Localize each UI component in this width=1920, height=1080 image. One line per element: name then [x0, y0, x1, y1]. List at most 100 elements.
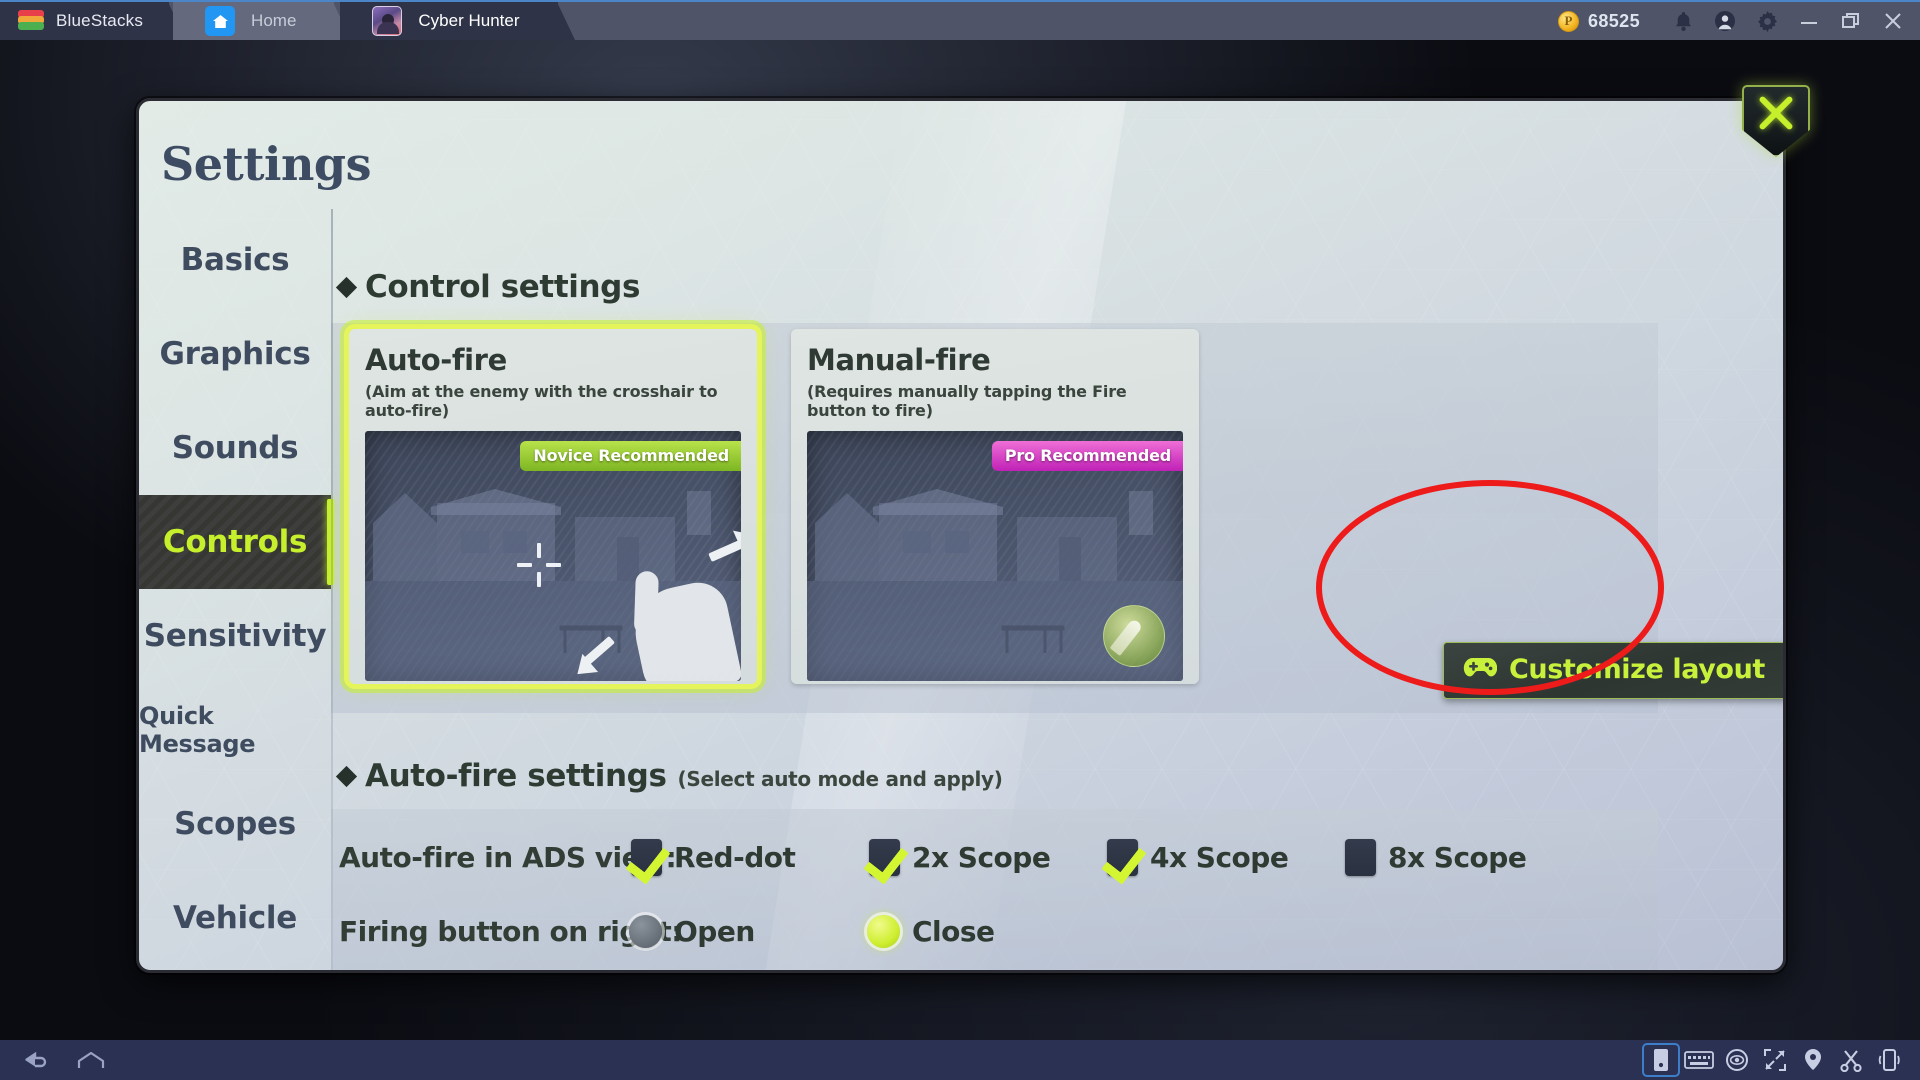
checkbox-label: 4x Scope — [1150, 841, 1289, 874]
sidebar-item-label: Graphics — [159, 336, 311, 372]
page-title: Settings — [161, 137, 371, 191]
card-auto-fire-subtitle: (Aim at the enemy with the crosshair to … — [365, 382, 718, 420]
fire-mode-cards: Auto-fire (Aim at the enemy with the cro… — [344, 324, 1199, 689]
maximize-button[interactable] — [1830, 1, 1872, 41]
tab-home[interactable]: Home — [173, 2, 352, 40]
gamepad-icon — [1463, 656, 1498, 684]
game-controls-icon[interactable] — [1642, 1043, 1680, 1077]
card-manual-fire[interactable]: Manual-fire (Requires manually tapping t… — [791, 329, 1199, 684]
titlebar-controls: P 68525 — [1557, 1, 1920, 41]
radio-circle-icon — [629, 915, 662, 948]
sidebar-item-graphics[interactable]: Graphics — [139, 307, 331, 401]
tab-cyber-hunter[interactable]: Cyber Hunter — [340, 2, 575, 40]
sidebar-item-scopes[interactable]: Scopes — [139, 777, 331, 871]
radio-label: Open — [674, 915, 755, 948]
settings-panel: Settings Basics Graphics Sounds Controls — [136, 98, 1786, 973]
shield-icon — [1742, 85, 1810, 157]
sidebar-item-vehicle[interactable]: Vehicle — [139, 871, 331, 965]
navbar-left — [0, 1045, 108, 1075]
bluestacks-window: BlueStacks Home Cyber Hunter P 68525 Set… — [0, 0, 1920, 1080]
navbar-right — [1642, 1043, 1920, 1077]
home-icon[interactable] — [74, 1045, 108, 1075]
emulator-titlebar: BlueStacks Home Cyber Hunter P 68525 — [0, 0, 1920, 40]
checkbox-4x-scope[interactable]: 4x Scope — [1107, 839, 1345, 876]
coin-icon: P — [1557, 10, 1579, 32]
tab-cyber-hunter-label: Cyber Hunter — [418, 11, 520, 30]
card-auto-fire[interactable]: Auto-fire (Aim at the enemy with the cro… — [344, 324, 762, 689]
sidebar-item-label: Basics — [180, 242, 290, 278]
eye-record-icon[interactable] — [1720, 1045, 1754, 1075]
sidebar-item-label: Controls — [162, 524, 308, 560]
close-settings-button[interactable] — [1742, 85, 1810, 157]
checkbox-8x-scope[interactable]: 8x Scope — [1345, 839, 1527, 876]
fire-button-icon — [1103, 605, 1165, 667]
home-icon — [205, 6, 236, 36]
checkbox-label: Red-dot — [674, 841, 796, 874]
sidebar-item-sensitivity[interactable]: Sensitivity — [139, 589, 331, 683]
firing-button-row: Firing button on right: Open Close — [339, 915, 995, 948]
autofire-settings-title: Auto-fire settings — [365, 758, 667, 794]
settings-content: Control settings Auto-fire (Aim at the e… — [331, 101, 1783, 970]
sidebar-divider — [331, 209, 333, 970]
customize-layout-button[interactable]: Customize layout — [1443, 642, 1783, 699]
sidebar-item-label: Scopes — [174, 806, 296, 842]
fullscreen-icon[interactable] — [1758, 1045, 1792, 1075]
points-value: 68525 — [1587, 10, 1640, 31]
checkbox-box-icon — [631, 839, 662, 876]
radio-open[interactable]: Open — [629, 915, 867, 948]
badge-novice-recommended: Novice Recommended — [520, 441, 741, 471]
autofire-ads-row: Auto-fire in ADS view: Red-dot 2x Scope … — [339, 839, 1527, 876]
card-manual-fire-preview: Pro Recommended — [807, 431, 1183, 681]
control-settings-title: Control settings — [365, 269, 640, 305]
checkbox-label: 2x Scope — [912, 841, 1051, 874]
close-button[interactable] — [1872, 1, 1914, 41]
scissors-icon[interactable] — [1834, 1045, 1868, 1075]
location-pin-icon[interactable] — [1796, 1045, 1830, 1075]
card-auto-fire-preview: Novice Recommended — [365, 431, 741, 681]
radio-circle-icon — [867, 915, 900, 948]
sidebar-item-label: Sounds — [171, 430, 299, 466]
points-indicator[interactable]: P 68525 — [1557, 10, 1640, 32]
game-viewport: Settings Basics Graphics Sounds Controls — [0, 40, 1920, 1040]
sidebar-item-label: Quick Message — [139, 702, 256, 758]
diamond-bullet-icon — [335, 276, 358, 299]
shake-device-icon[interactable] — [1872, 1045, 1906, 1075]
card-manual-fire-subtitle: (Requires manually tapping the Fire butt… — [807, 382, 1127, 420]
tab-home-label: Home — [251, 11, 297, 30]
settings-nav: Basics Graphics Sounds Controls Sensitiv… — [139, 213, 334, 965]
card-manual-fire-title: Manual-fire — [807, 343, 991, 377]
control-settings-header: Control settings — [335, 269, 640, 305]
firing-button-label: Firing button on right: — [339, 915, 682, 948]
sidebar-item-quick-message[interactable]: Quick Message — [139, 683, 331, 777]
bell-icon[interactable] — [1662, 1, 1704, 41]
game-icon — [372, 6, 403, 36]
sidebar-item-basics[interactable]: Basics — [139, 213, 331, 307]
autofire-settings-subtitle: (Select auto mode and apply) — [677, 767, 1003, 791]
checkbox-label: 8x Scope — [1388, 841, 1527, 874]
checkbox-box-icon — [1107, 839, 1138, 876]
checkbox-2x-scope[interactable]: 2x Scope — [869, 839, 1107, 876]
radio-label: Close — [912, 915, 995, 948]
sidebar-item-controls[interactable]: Controls — [139, 495, 334, 589]
radio-close[interactable]: Close — [867, 915, 995, 948]
sidebar-item-sounds[interactable]: Sounds — [139, 401, 331, 495]
crosshair-icon — [517, 543, 561, 587]
bullet-icon — [1109, 618, 1144, 656]
back-icon[interactable] — [18, 1045, 52, 1075]
minimize-button[interactable] — [1788, 1, 1830, 41]
sidebar-item-label: Sensitivity — [143, 618, 327, 654]
autofire-ads-label: Auto-fire in ADS view: — [339, 841, 677, 874]
autofire-settings-header: Auto-fire settings (Select auto mode and… — [335, 758, 1003, 794]
android-navbar — [0, 1040, 1920, 1080]
customize-layout-label: Customize layout — [1509, 654, 1765, 685]
settings-sidebar: Settings Basics Graphics Sounds Controls — [139, 101, 371, 970]
keyboard-icon[interactable] — [1682, 1045, 1716, 1075]
brand-label: BlueStacks — [56, 11, 144, 30]
account-icon[interactable] — [1704, 1, 1746, 41]
checkbox-box-icon — [1345, 839, 1376, 876]
gear-icon[interactable] — [1746, 1, 1788, 41]
checkbox-red-dot[interactable]: Red-dot — [631, 839, 869, 876]
sidebar-item-label: Vehicle — [173, 900, 297, 936]
card-auto-fire-title: Auto-fire — [365, 343, 507, 377]
diamond-bullet-icon — [335, 765, 358, 788]
